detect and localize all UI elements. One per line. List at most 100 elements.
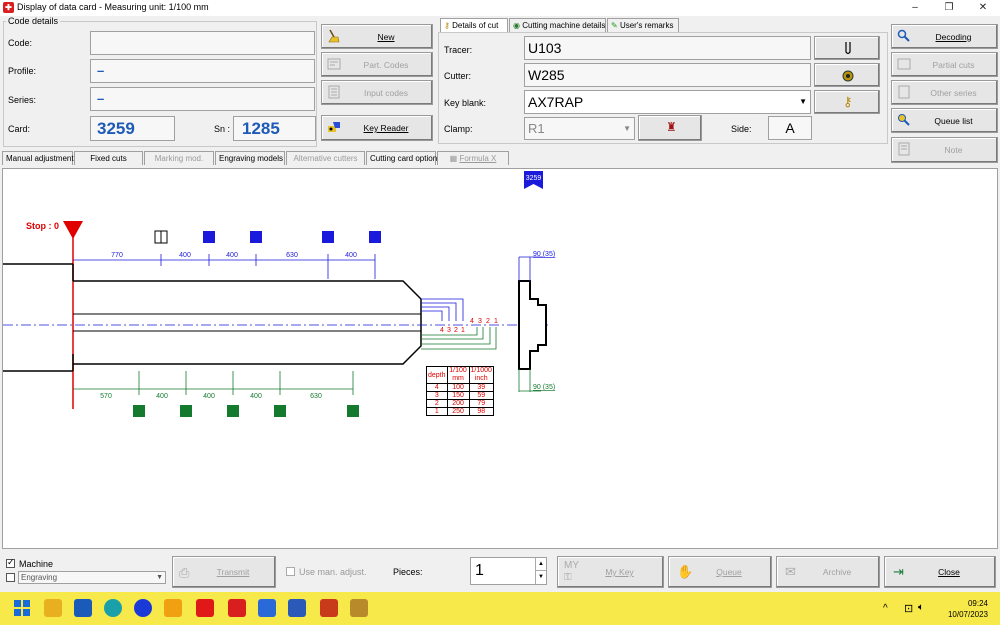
clamp-button[interactable]: ♜ (638, 115, 702, 141)
cutter-field[interactable]: W285 (524, 63, 811, 87)
tab-cutting-machine-details[interactable]: ◉ Cutting machine details (509, 18, 606, 32)
input-codes-button[interactable]: Input codes (321, 80, 433, 105)
chevron-down-icon[interactable]: ▼ (799, 91, 807, 113)
depth-num-right-4: 4 (470, 318, 474, 325)
word-icon[interactable] (288, 599, 306, 617)
key-reader-button[interactable]: Key Reader (321, 115, 433, 141)
key-app-icon[interactable] (228, 599, 246, 617)
note-button[interactable]: Note (891, 137, 998, 163)
pieces-stepper[interactable]: 1 ▲ ▼ (470, 557, 547, 585)
window-title: Display of data card - Measuring unit: 1… (17, 2, 209, 12)
key-blank-button[interactable]: ⚷ (814, 90, 880, 114)
stepper-down-icon[interactable]: ▼ (535, 571, 546, 584)
cutter-button[interactable] (814, 63, 880, 87)
app-red-icon[interactable] (196, 599, 214, 617)
queue-list-button[interactable]: Queue list (891, 108, 998, 133)
table-cell: 98 (468, 407, 494, 416)
pencil-icon: ✎ (611, 21, 618, 30)
key-outline (3, 263, 422, 372)
top-dim-5: 400 (345, 252, 357, 259)
tab-formula-x-label: Formula X (459, 154, 497, 163)
formula-icon: ▦ (449, 154, 458, 163)
outlook-icon[interactable] (74, 599, 92, 617)
top-cut-marker (369, 231, 381, 243)
partial-cuts-button[interactable]: Partial cuts (891, 52, 998, 77)
top-cut-marker (203, 231, 215, 243)
new-button[interactable]: New (321, 24, 433, 49)
use-man-adjust-checkbox[interactable] (286, 567, 295, 576)
queue-label: Queue (716, 567, 742, 577)
close-window-button[interactable]: ✕ (966, 0, 1000, 16)
queue-button[interactable]: ✋ Queue (668, 556, 772, 588)
tab-fixed-cuts[interactable]: Fixed cuts (74, 151, 143, 165)
partial-cuts-label: Partial cuts (932, 59, 975, 70)
stepper-up-icon[interactable]: ▲ (535, 558, 546, 571)
decoding-button[interactable]: Decoding (891, 24, 998, 49)
archive-button[interactable]: ✉ Archive (776, 556, 880, 588)
bottom-cut-marker (347, 405, 359, 417)
archive-icon: ✉ (785, 564, 796, 579)
clock-time[interactable]: 09:24 (948, 599, 988, 608)
tab-manual-adjustments[interactable]: Manual adjustments (2, 151, 78, 165)
file-explorer-icon[interactable] (44, 599, 62, 617)
depth-num-right-3: 3 (478, 318, 482, 325)
depth-num-left-2: 2 (454, 327, 458, 334)
tab-marking-mod[interactable]: Marking mod. (144, 151, 214, 165)
machine-label: Machine (19, 559, 54, 569)
network-icon[interactable]: ⊡ (904, 602, 913, 615)
part-codes-button[interactable]: Part. Codes (321, 52, 433, 77)
key-blank-value: AX7RAP (528, 94, 584, 110)
printer-icon: ⎙ (179, 565, 190, 580)
clamp-select[interactable]: R1 ▼ (524, 117, 635, 140)
side-field[interactable]: A (768, 116, 812, 140)
close-button[interactable]: ⇥ Close (884, 556, 996, 588)
tab-formula-x[interactable]: ▦ Formula X (437, 151, 509, 165)
clamp-label: Clamp: (444, 124, 473, 134)
tab-users-remarks[interactable]: ✎ User's remarks (607, 18, 679, 32)
engraving-value: Engraving (21, 573, 58, 582)
helpdesk-icon[interactable] (134, 599, 152, 617)
transmit-button[interactable]: ⎙ Transmit (172, 556, 276, 588)
sticky-notes-icon[interactable] (164, 599, 182, 617)
chevron-down-icon[interactable]: ▼ (156, 572, 163, 583)
edge-icon[interactable] (104, 599, 122, 617)
depth-num-left-4: 4 (440, 327, 444, 334)
archive-label: Archive (822, 567, 852, 577)
app-archive-icon[interactable] (350, 599, 368, 617)
profile-label: Profile: (8, 66, 37, 76)
app-icon: ✚ (3, 2, 14, 13)
tracer-button[interactable] (814, 36, 880, 60)
tracer-field[interactable]: U103 (524, 36, 811, 60)
machine-checkbox[interactable]: ✓ (6, 557, 15, 568)
chevron-down-icon[interactable]: ▼ (623, 118, 631, 139)
windows-start-icon[interactable] (14, 600, 30, 616)
code-field[interactable] (90, 31, 315, 55)
tray-caret-icon[interactable]: ^ (883, 603, 888, 614)
tab-engraving-models[interactable]: Engraving models (215, 151, 285, 165)
tab-details-of-cut[interactable]: ⚷ Details of cut (440, 18, 508, 32)
volume-icon[interactable]: 🔈︎ (918, 602, 924, 613)
my-key-button[interactable]: MY ⚿ My Key (557, 556, 664, 588)
profile-field[interactable]: – (90, 59, 315, 83)
sn-field[interactable]: 1285 (233, 116, 316, 141)
maximize-button[interactable]: ❐ (932, 0, 966, 16)
card-field[interactable]: 3259 (90, 116, 175, 141)
app-game-icon[interactable] (320, 599, 338, 617)
input-codes-icon (328, 85, 340, 99)
other-series-button[interactable]: Other series (891, 80, 998, 105)
table-cell: 4 (426, 383, 448, 392)
table-cell: 2 (426, 399, 448, 408)
series-field[interactable]: – (90, 87, 315, 111)
table-cell: 59 (468, 391, 494, 400)
title-bar: ✚ Display of data card - Measuring unit:… (0, 0, 1000, 16)
bottom-cut-marker (227, 405, 239, 417)
engraving-select[interactable]: Engraving ▼ (18, 571, 166, 584)
clock-date[interactable]: 10/07/2023 (940, 610, 988, 619)
tab-alternative-cutters[interactable]: Alternative cutters (286, 151, 365, 165)
minimize-button[interactable]: – (898, 0, 932, 16)
table-cell: 39 (468, 383, 494, 392)
app-window-icon[interactable] (258, 599, 276, 617)
engraving-checkbox[interactable] (6, 573, 15, 582)
tab-cutting-card-options[interactable]: Cutting card options (366, 151, 441, 165)
key-blank-select[interactable]: AX7RAP ▼ (524, 90, 811, 114)
